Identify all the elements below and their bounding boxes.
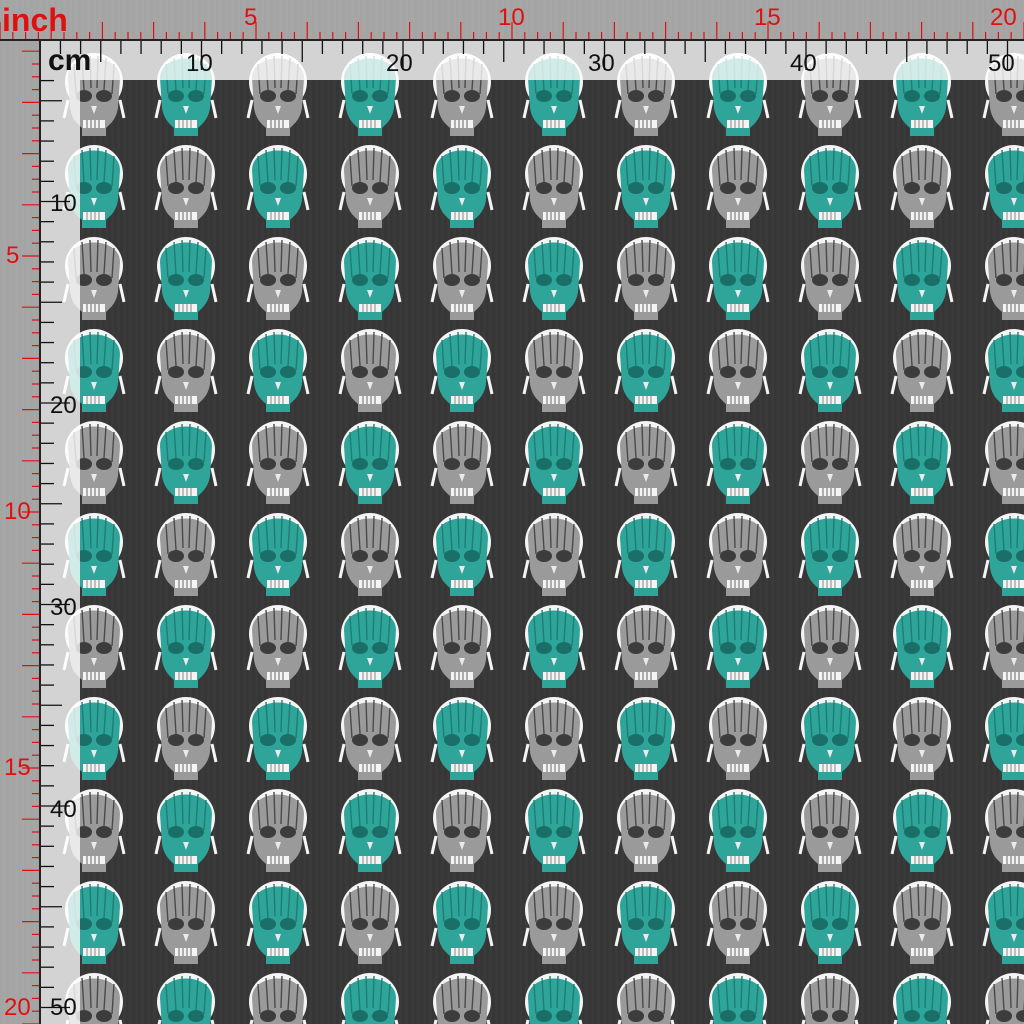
cm-ruler-left	[40, 80, 80, 1024]
top-inch-label: 15	[754, 4, 781, 31]
top-cm-label: 20	[386, 50, 413, 77]
cm-unit-label: cm	[48, 44, 92, 77]
top-cm-label: 50	[988, 50, 1015, 77]
top-inch-label: 10	[498, 4, 525, 31]
left-cm-label: 10	[50, 190, 77, 217]
left-inch-label: 20	[4, 994, 31, 1021]
left-cm-label: 30	[50, 594, 77, 621]
inch-ruler-left	[0, 40, 40, 1024]
left-inch-label: 15	[4, 754, 31, 781]
left-cm-label: 20	[50, 392, 77, 419]
inch-unit-label: inch	[2, 2, 68, 38]
top-cm-label: 10	[186, 50, 213, 77]
fabric-print	[0, 0, 1024, 1024]
top-inch-label: 5	[244, 4, 258, 31]
top-cm-label: 40	[790, 50, 817, 77]
top-inch-label: 20	[990, 4, 1017, 31]
left-cm-label: 50	[50, 994, 77, 1021]
left-cm-label: 40	[50, 796, 77, 823]
left-inch-label: 5	[6, 242, 20, 269]
top-cm-label: 30	[588, 50, 615, 77]
left-inch-label: 10	[4, 498, 31, 525]
